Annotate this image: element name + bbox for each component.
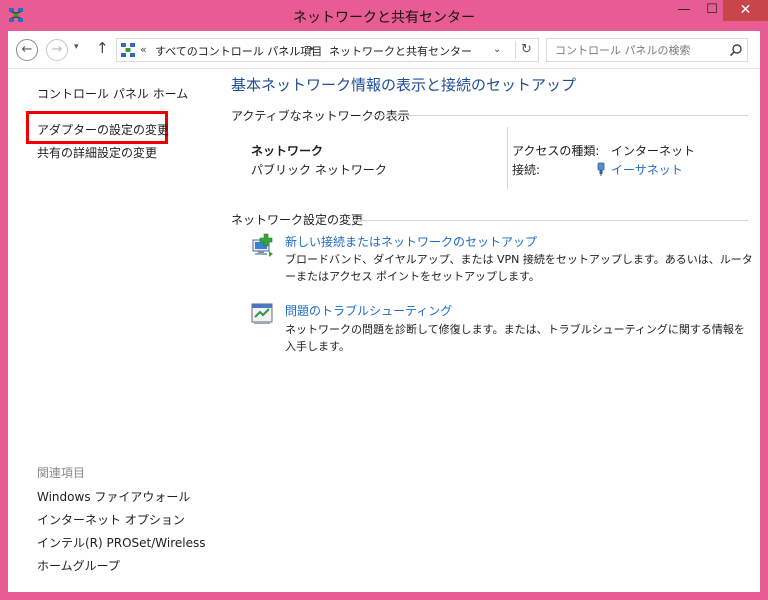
back-button[interactable]: ← <box>16 39 38 61</box>
homegroup-link[interactable]: ホームグループ <box>37 557 120 574</box>
change-adapter-settings-link[interactable]: アダプターの設定の変更 <box>37 121 169 138</box>
setup-new-connection-link[interactable]: 新しい接続またはネットワークのセットアップ <box>285 233 537 250</box>
troubleshoot-problems-description: ネットワークの問題を診断して修復します。または、トラブルシューティングに関する情… <box>285 323 745 353</box>
maximize-button[interactable]: ☐ <box>698 0 726 21</box>
related-heading: 関連項目 <box>37 466 86 480</box>
ethernet-connection-link[interactable]: イーサネット <box>611 161 683 178</box>
minimize-button[interactable]: — <box>670 0 698 21</box>
breadcrumb-all-items[interactable]: すべてのコントロール パネル項目 <box>155 43 322 59</box>
network-name: ネットワーク <box>251 144 324 158</box>
access-type-value: インターネット <box>611 144 696 158</box>
forward-button[interactable]: → <box>46 39 68 61</box>
title-bar[interactable]: ネットワークと共有センター — ☐ ✕ <box>0 0 768 32</box>
troubleshoot-icon <box>251 303 273 324</box>
recent-locations-button[interactable]: ▾ <box>74 42 79 52</box>
sidebar: コントロール パネル ホーム アダプターの設定の変更 共有の詳細設定の変更 関連… <box>8 69 211 592</box>
close-button[interactable]: ✕ <box>723 0 768 21</box>
search-input[interactable] <box>548 40 718 60</box>
window: ネットワークと共有センター — ☐ ✕ ← → ▾ ↑ « すべてのコントロール… <box>0 0 768 600</box>
breadcrumb-separator-icon[interactable]: ▸ <box>310 44 315 54</box>
chevron-icon[interactable]: « <box>140 43 147 56</box>
window-title: ネットワークと共有センター <box>293 10 475 26</box>
network-settings-heading: ネットワーク設定の変更 <box>231 213 364 227</box>
internet-options-link[interactable]: インターネット オプション <box>37 511 185 528</box>
troubleshoot-problems-link[interactable]: 問題のトラブルシューティング <box>285 302 452 319</box>
access-type-label: アクセスの種類: <box>512 144 600 158</box>
intel-proset-wireless-link[interactable]: インテル(R) PROSet/Wireless <box>37 534 206 551</box>
connection-label: 接続: <box>512 163 541 177</box>
control-panel-network-icon <box>121 43 135 57</box>
control-panel-home-link[interactable]: コントロール パネル ホーム <box>37 85 188 102</box>
address-box[interactable]: « すべてのコントロール パネル項目 ▸ ネットワークと共有センター ⌄ ↻ <box>116 38 539 62</box>
ethernet-icon <box>597 162 605 176</box>
setup-new-connection-description: ブロードバンド、ダイヤルアップ、または VPN 接続をセットアップします。あるい… <box>285 253 753 283</box>
section-divider <box>352 220 748 221</box>
breadcrumb-network-center[interactable]: ネットワークと共有センター <box>329 43 472 59</box>
search-box[interactable] <box>546 38 748 62</box>
search-icon[interactable] <box>729 43 743 57</box>
page-title: 基本ネットワーク情報の表示と接続のセットアップ <box>231 76 577 94</box>
network-type[interactable]: パブリック ネットワーク <box>251 161 387 178</box>
client-area: ← → ▾ ↑ « すべてのコントロール パネル項目 ▸ ネットワークと共有セン… <box>8 31 760 592</box>
main-content: 基本ネットワーク情報の表示と接続のセットアップ アクティブなネットワークの表示 … <box>222 69 760 592</box>
windows-firewall-link[interactable]: Windows ファイアウォール <box>37 488 190 505</box>
new-connection-icon <box>252 233 273 257</box>
vertical-divider <box>507 127 508 189</box>
up-button[interactable]: ↑ <box>96 39 109 57</box>
address-dropdown-icon[interactable]: ⌄ <box>493 44 501 55</box>
address-bar: ← → ▾ ↑ « すべてのコントロール パネル項目 ▸ ネットワークと共有セン… <box>8 31 760 69</box>
refresh-button[interactable]: ↻ <box>515 41 537 59</box>
section-divider <box>370 115 748 116</box>
advanced-sharing-settings-link[interactable]: 共有の詳細設定の変更 <box>37 144 157 161</box>
